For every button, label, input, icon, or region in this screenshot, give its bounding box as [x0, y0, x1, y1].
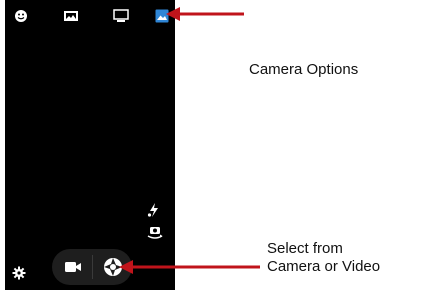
- select-label-line-2: Camera or Video: [267, 258, 381, 275]
- camera-viewfinder[interactable]: [5, 0, 175, 290]
- arrow-to-mode-switcher: [119, 260, 260, 274]
- video-camera-icon[interactable]: [64, 260, 82, 274]
- flash-icon[interactable]: [147, 202, 161, 218]
- select-camera-video-label: Select from Camera or Video: [267, 240, 380, 276]
- pill-divider: [92, 255, 93, 279]
- picture-size-icon[interactable]: [113, 9, 129, 23]
- switch-camera-icon[interactable]: [147, 225, 163, 239]
- arrow-to-camera-options: [166, 7, 244, 21]
- camera-options-label: Camera Options: [249, 61, 359, 78]
- panorama-icon[interactable]: [63, 10, 79, 22]
- annotated-screenshot: Camera Options Select from Camera or Vid…: [0, 0, 425, 290]
- settings-gear-icon[interactable]: [12, 266, 26, 280]
- face-mode-icon[interactable]: [14, 9, 28, 23]
- select-label-line-1: Select from: [267, 240, 343, 257]
